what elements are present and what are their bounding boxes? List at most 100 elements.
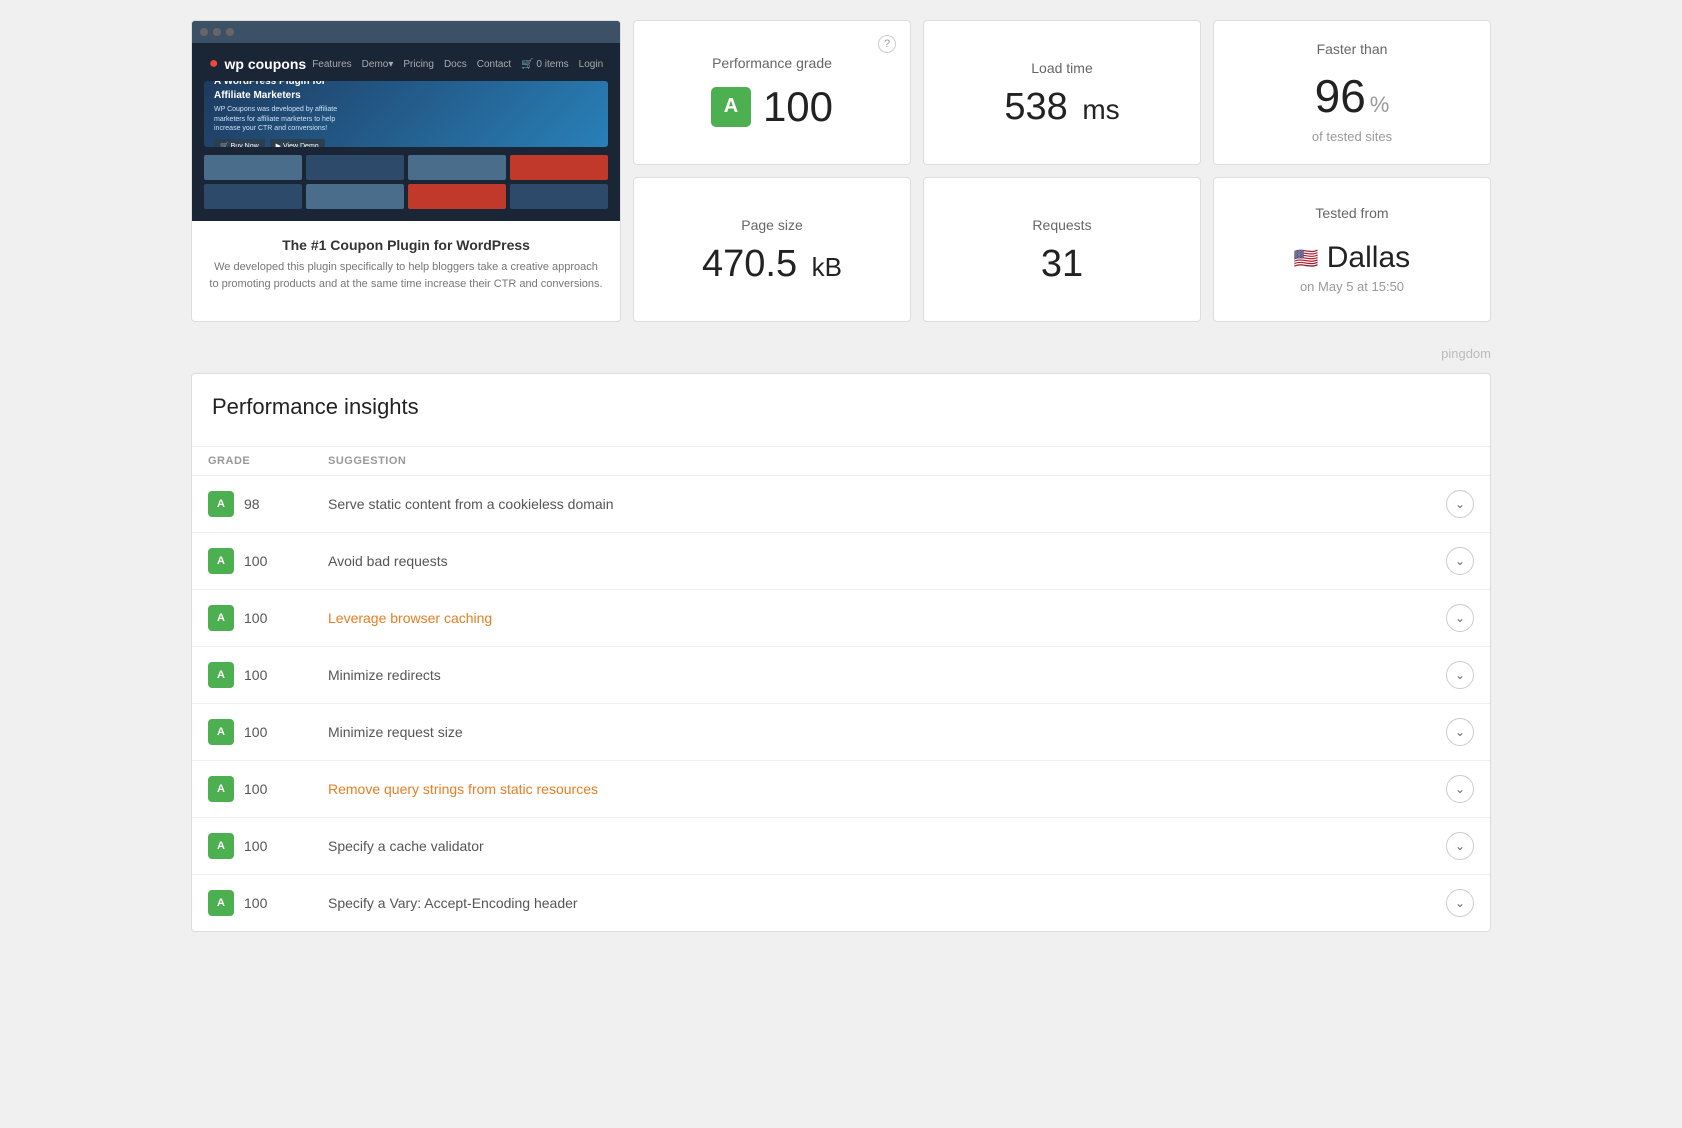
expand-button[interactable]: ⌄ <box>1446 490 1474 518</box>
requests-label: Requests <box>1032 217 1091 233</box>
grade-cell: A 100 <box>208 548 328 574</box>
browser-dot-3 <box>226 28 234 36</box>
us-flag-icon: 🇺🇸 <box>1294 246 1319 271</box>
page-size-label: Page size <box>741 217 802 233</box>
insight-row: A 100 Avoid bad requests ⌄ <box>192 533 1490 590</box>
insight-grade-badge: A <box>208 890 234 916</box>
insights-rows-container: A 98 Serve static content from a cookiel… <box>192 476 1490 931</box>
insight-grade-badge: A <box>208 776 234 802</box>
insights-table-header: GRADE SUGGESTION <box>192 446 1490 476</box>
nav-bar-mock: Features Demo▾ Pricing Docs Contact 🛒 0 … <box>312 59 603 70</box>
thumb-8 <box>510 184 608 209</box>
site-preview-info: The #1 Coupon Plugin for WordPress We de… <box>192 221 620 308</box>
stats-grid: ? Performance grade A 100 Load time 538 … <box>633 20 1491 322</box>
load-time-card: Load time 538 ms <box>923 20 1201 165</box>
hero-subtitle: WP Coupons was developed by affiliatemar… <box>214 105 337 134</box>
wp-logo-text: wp coupons <box>225 56 307 72</box>
insight-suggestion: Minimize redirects <box>328 667 1434 683</box>
page-size-card: Page size 470.5 kB <box>633 177 911 322</box>
view-demo-mock: ▶ View Demo <box>270 139 325 147</box>
grade-number: 100 <box>763 83 833 131</box>
grade-cell: A 100 <box>208 719 328 745</box>
nav-item-login: Login <box>579 59 603 70</box>
expand-button[interactable]: ⌄ <box>1446 661 1474 689</box>
insight-score: 100 <box>244 781 274 797</box>
thumb-1 <box>204 155 302 180</box>
grade-column-header: GRADE <box>208 455 328 467</box>
insight-suggestion: Avoid bad requests <box>328 553 1434 569</box>
flag-city: 🇺🇸 Dallas <box>1294 241 1410 275</box>
browser-dot-1 <box>200 28 208 36</box>
insight-score: 100 <box>244 667 274 683</box>
requests-card: Requests 31 <box>923 177 1201 322</box>
insight-row: A 100 Specify a cache validator ⌄ <box>192 818 1490 875</box>
insight-suggestion: Specify a cache validator <box>328 838 1434 854</box>
wp-logo-icon: ● <box>209 55 219 73</box>
requests-value: 31 <box>1041 245 1083 283</box>
thumb-5 <box>204 184 302 209</box>
hero-section: A WordPress Plugin forAffiliate Marketer… <box>204 81 608 147</box>
insight-score: 98 <box>244 496 274 512</box>
faster-than-card: Faster than 96 % of tested sites <box>1213 20 1491 165</box>
expand-button[interactable]: ⌄ <box>1446 718 1474 746</box>
insight-row: A 98 Serve static content from a cookiel… <box>192 476 1490 533</box>
expand-button[interactable]: ⌄ <box>1446 889 1474 917</box>
grade-cell: A 98 <box>208 491 328 517</box>
nav-item-docs: Docs <box>444 59 467 70</box>
browser-bar <box>192 21 620 43</box>
insight-row: A 100 Minimize redirects ⌄ <box>192 647 1490 704</box>
faster-unit: % <box>1370 92 1390 118</box>
suggestion-column-header: SUGGESTION <box>328 455 1434 467</box>
wp-logo-area: ● wp coupons Features Demo▾ Pricing Docs… <box>209 55 603 73</box>
tested-from-label: Tested from <box>1315 205 1388 221</box>
page-size-number: 470.5 <box>702 243 797 285</box>
site-preview-card: ● wp coupons Features Demo▾ Pricing Docs… <box>191 20 621 322</box>
site-preview-desc: We developed this plugin specifically to… <box>208 259 604 292</box>
expand-button[interactable]: ⌄ <box>1446 775 1474 803</box>
load-time-unit: ms <box>1082 94 1119 125</box>
insight-grade-badge: A <box>208 548 234 574</box>
page-size-value: 470.5 kB <box>702 245 842 283</box>
load-time-label: Load time <box>1031 60 1092 76</box>
grade-cell: A 100 <box>208 890 328 916</box>
help-icon[interactable]: ? <box>878 35 896 53</box>
city-name: Dallas <box>1327 241 1410 275</box>
grade-badge-a: A <box>711 87 751 127</box>
nav-item-pricing: Pricing <box>403 59 434 70</box>
expand-button[interactable]: ⌄ <box>1446 547 1474 575</box>
insight-score: 100 <box>244 553 274 569</box>
insight-suggestion: Minimize request size <box>328 724 1434 740</box>
nav-item-demo: Demo▾ <box>362 59 394 70</box>
nav-item-features: Features <box>312 59 351 70</box>
faster-percent: 96 % <box>1315 69 1390 123</box>
insight-score: 100 <box>244 724 274 740</box>
insight-suggestion: Remove query strings from static resourc… <box>328 781 1434 797</box>
page-size-unit: kB <box>812 252 842 282</box>
thumbnail-grid <box>204 155 608 209</box>
nav-item-items: 🛒 0 items <box>521 59 568 70</box>
grade-cell: A 100 <box>208 776 328 802</box>
insight-grade-badge: A <box>208 833 234 859</box>
browser-content: ● wp coupons Features Demo▾ Pricing Docs… <box>192 43 620 221</box>
thumb-3 <box>408 155 506 180</box>
insight-row: A 100 Leverage browser caching ⌄ <box>192 590 1490 647</box>
insight-score: 100 <box>244 610 274 626</box>
insight-score: 100 <box>244 838 274 854</box>
insights-section: Performance insights GRADE SUGGESTION A … <box>191 373 1491 932</box>
tested-from-card: Tested from 🇺🇸 Dallas on May 5 at 15:50 <box>1213 177 1491 322</box>
insight-suggestion: Leverage browser caching <box>328 610 1434 626</box>
insight-suggestion: Specify a Vary: Accept-Encoding header <box>328 895 1434 911</box>
hero-buttons: 🛒 Buy Now ▶ View Demo <box>214 139 325 147</box>
grade-cell: A 100 <box>208 662 328 688</box>
hero-title: A WordPress Plugin forAffiliate Marketer… <box>214 81 326 103</box>
pingdom-credit: pingdom <box>191 342 1491 373</box>
faster-than-label: Faster than <box>1317 41 1388 57</box>
insight-suggestion: Serve static content from a cookieless d… <box>328 496 1434 512</box>
expand-button[interactable]: ⌄ <box>1446 604 1474 632</box>
load-time-number: 538 <box>1004 86 1067 128</box>
grade-cell: A 100 <box>208 833 328 859</box>
expand-button[interactable]: ⌄ <box>1446 832 1474 860</box>
grade-cell: A 100 <box>208 605 328 631</box>
main-container: ● wp coupons Features Demo▾ Pricing Docs… <box>171 0 1511 952</box>
pingdom-text: pingdom <box>1441 346 1491 361</box>
